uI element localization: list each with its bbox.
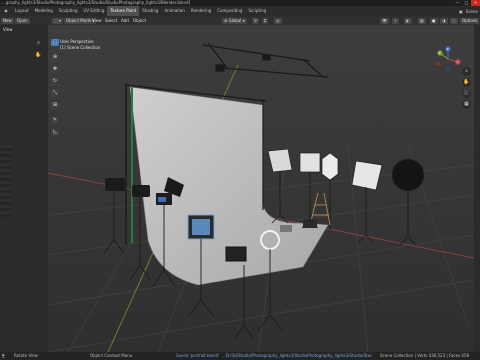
tab-sculpting[interactable]: Sculpting bbox=[56, 6, 81, 16]
pan-hand-icon[interactable]: ✋ bbox=[34, 51, 43, 60]
menu-view[interactable]: View bbox=[90, 18, 104, 24]
mouse-icon: 🖱 bbox=[2, 353, 5, 358]
view-menu[interactable]: View bbox=[3, 27, 13, 32]
new-image-button[interactable]: New bbox=[1, 17, 14, 24]
pan-view-icon[interactable]: ✋ bbox=[462, 78, 471, 87]
viewport-perspective-label: User Perspective bbox=[60, 39, 94, 44]
perspective-toggle-icon[interactable]: ▦ bbox=[462, 100, 471, 109]
snap-icon[interactable]: ⌗ bbox=[262, 17, 269, 24]
select-box-tool-icon[interactable]: ⬚ bbox=[51, 39, 59, 46]
tab-layout[interactable]: Layout bbox=[12, 6, 32, 16]
tab-animation[interactable]: Animation bbox=[161, 6, 187, 16]
editor-type-button[interactable]: ⬚ ▾ bbox=[52, 17, 64, 24]
options-dropdown[interactable]: Options bbox=[460, 17, 480, 24]
image-editor-panel[interactable]: View ⌕ ✋ bbox=[0, 25, 48, 352]
scene-label: Scene bbox=[465, 8, 478, 14]
equipment-case bbox=[303, 219, 317, 228]
viewport-scene bbox=[48, 25, 474, 352]
status-file-path: ...D:/3d/Studio/Photography_lights3/Stud… bbox=[222, 353, 372, 358]
transform-tool-icon[interactable]: ⊞ bbox=[51, 102, 59, 109]
editor-headers: New Open ⬚ ▾ Object Mode ▾ View Select A… bbox=[0, 16, 480, 25]
camera-view-icon[interactable]: 🎥 bbox=[462, 89, 471, 98]
xray-icon[interactable]: ▧ bbox=[418, 17, 426, 24]
move-tool-icon[interactable]: ✥ bbox=[51, 66, 59, 73]
overlays-icon[interactable]: ◐ bbox=[404, 17, 412, 24]
image-canvas-edge bbox=[0, 145, 12, 217]
gizmo-z-label: Z bbox=[446, 47, 449, 51]
tab-scripting[interactable]: Scripting bbox=[245, 6, 269, 16]
orientation-dropdown[interactable]: ⊕ Global ▾ bbox=[222, 17, 247, 24]
power-box bbox=[225, 246, 247, 262]
rotate-tool-icon[interactable]: ↻ bbox=[51, 78, 59, 85]
zoom-icon[interactable]: ⌕ bbox=[34, 39, 43, 48]
status-scene-stats: Scene Collection | Verts 436,523 | Faces… bbox=[380, 353, 470, 358]
blender-logo-icon[interactable]: ◉ bbox=[0, 6, 12, 16]
right-sidebar-strip[interactable] bbox=[474, 25, 480, 352]
open-image-button[interactable]: Open bbox=[15, 17, 30, 24]
tab-rendering[interactable]: Rendering bbox=[188, 6, 214, 16]
scene-icon: ▣ bbox=[459, 8, 463, 14]
3d-viewport[interactable]: User Perspective (1) Scene Collection ⬚ … bbox=[48, 25, 474, 352]
tab-modeling[interactable]: Modeling bbox=[32, 6, 56, 16]
status-context-menu: Object Context Menu bbox=[90, 353, 133, 358]
tab-texture-paint[interactable]: Texture Paint bbox=[107, 6, 140, 16]
shading-rendered-icon[interactable]: ○ bbox=[450, 17, 458, 24]
navigation-gizmo[interactable]: Z X Y bbox=[434, 45, 462, 73]
tab-shading[interactable]: Shading bbox=[139, 6, 161, 16]
shading-solid-icon[interactable]: ● bbox=[430, 17, 438, 24]
status-bar: 🖱 Rotate View Object Context Menu Saved … bbox=[0, 352, 480, 360]
scene-selector[interactable]: ▣ Scene bbox=[459, 6, 478, 16]
measure-tool-icon[interactable]: ◺ bbox=[51, 129, 59, 136]
status-saved-message: Saved 'portrait.blend' bbox=[176, 353, 220, 358]
annotate-tool-icon[interactable]: ✎ bbox=[51, 117, 59, 124]
small-stool bbox=[280, 225, 292, 232]
window-title: ...graphy_lights3/StudioPhotography_ligh… bbox=[2, 0, 191, 5]
zoom-view-icon[interactable]: ⌕ bbox=[462, 67, 471, 76]
gizmo-x-label: X bbox=[456, 60, 459, 64]
pivot-icon[interactable]: ⚲ bbox=[252, 17, 259, 24]
menu-select[interactable]: Select bbox=[103, 18, 119, 24]
scale-tool-icon[interactable]: ⤡ bbox=[51, 90, 59, 97]
workspace-tabs: ◉ Layout Modeling Sculpting UV Editing T… bbox=[0, 6, 480, 16]
proportional-edit-icon[interactable]: ◎ bbox=[274, 17, 282, 24]
shading-material-icon[interactable]: ◑ bbox=[440, 17, 448, 24]
gizmo-toggle-icon[interactable]: ⊹ bbox=[392, 17, 400, 24]
gizmo-y-label: Y bbox=[438, 51, 441, 55]
menu-add[interactable]: Add bbox=[119, 18, 131, 24]
tab-compositing[interactable]: Compositing bbox=[214, 6, 245, 16]
status-rotate-view: Rotate View bbox=[14, 353, 38, 358]
viewport-collection-label: (1) Scene Collection bbox=[60, 45, 101, 50]
menu-object[interactable]: Object bbox=[131, 18, 148, 24]
visibility-icon[interactable]: 👁 bbox=[380, 17, 390, 24]
cursor-tool-icon[interactable]: ⊕ bbox=[51, 54, 59, 61]
tab-uv-editing[interactable]: UV Editing bbox=[81, 6, 108, 16]
